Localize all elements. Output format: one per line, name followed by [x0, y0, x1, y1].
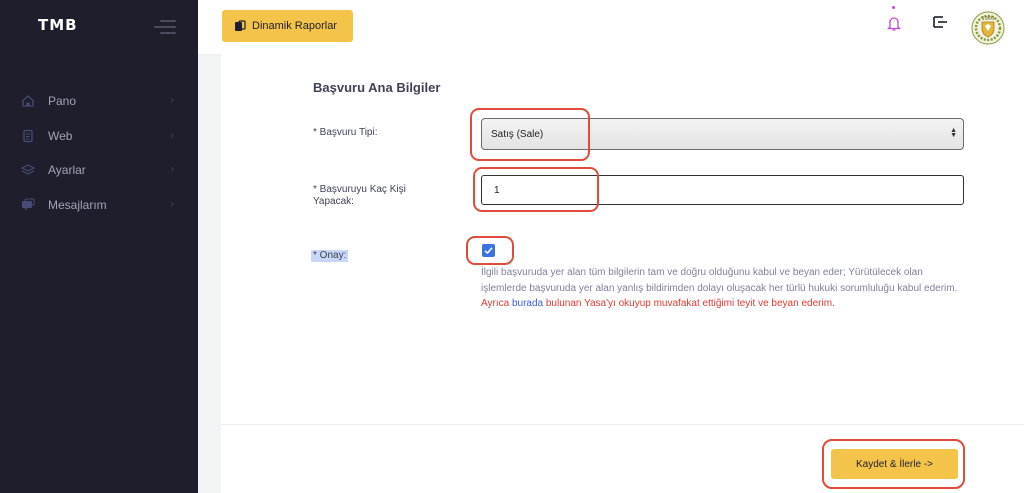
notification-dot	[892, 6, 895, 9]
consent-text-red-2: bulunan Yasa'yı okuyup muvafakat ettiğim…	[545, 298, 835, 309]
dynamic-reports-button[interactable]: Dinamik Raporlar	[222, 10, 353, 42]
chevron-right-icon: ›	[170, 164, 174, 175]
person-count-input[interactable]: 1	[481, 175, 964, 205]
sidebar-item-label: Mesajlarım	[48, 197, 107, 212]
application-type-value: Satış (Sale)	[491, 128, 544, 140]
svg-text:1960: 1960	[982, 16, 995, 22]
sidebar-item-label: Web	[48, 128, 73, 143]
consent-text: İlgili başvuruda yer alan tüm bilgilerin…	[481, 265, 961, 312]
checkmark-icon	[484, 247, 493, 255]
sidebar-item-label: Pano	[48, 94, 77, 109]
sidebar-menu: Pano › Web › Ayarlar › Mesajlarım ›	[0, 84, 198, 222]
sidebar: TMB Pano › Web › Ayarlar › Mesajlarım ›	[0, 0, 198, 493]
consent-label: * Onay:	[311, 250, 349, 262]
document-icon	[21, 129, 35, 143]
person-count-value: 1	[494, 184, 500, 196]
top-header: Dinamik Raporlar 1960	[198, 0, 1024, 54]
law-link[interactable]: burada	[512, 298, 543, 309]
section-title: Başvuru Ana Bilgiler	[313, 80, 441, 95]
chevron-right-icon: ›	[170, 95, 174, 106]
messages-icon	[21, 198, 35, 212]
logout-icon[interactable]	[931, 14, 949, 35]
application-type-select[interactable]: Satış (Sale) ▲ ▼	[481, 118, 964, 150]
brand-logo[interactable]: TMB	[38, 16, 78, 34]
sidebar-item-pano[interactable]: Pano ›	[0, 84, 198, 119]
sidebar-item-web[interactable]: Web ›	[0, 119, 198, 154]
report-icon	[234, 20, 246, 32]
chevron-right-icon: ›	[170, 198, 174, 210]
sidebar-item-label: Ayarlar	[48, 163, 86, 178]
select-arrows-icon: ▲ ▼	[950, 127, 957, 139]
application-type-label: * Başvuru Tipi:	[313, 127, 378, 138]
emblem-logo[interactable]: 1960	[971, 11, 1005, 45]
sidebar-item-mesajlarim[interactable]: Mesajlarım ›	[0, 188, 198, 223]
home-icon	[21, 94, 35, 108]
dynamic-reports-label: Dinamik Raporlar	[252, 20, 337, 32]
person-count-label: * Başvuruyu Kaç Kişi Yapacak:	[313, 184, 406, 207]
layers-icon	[21, 163, 35, 177]
chevron-right-icon: ›	[170, 129, 174, 141]
save-continue-button[interactable]: Kaydet & İlerle ->	[831, 449, 958, 479]
consent-checkbox[interactable]	[482, 244, 495, 257]
consent-text-red: Ayrıca	[481, 298, 510, 309]
sidebar-toggle-icon[interactable]	[154, 19, 176, 35]
consent-text-main: İlgili başvuruda yer alan tüm bilgilerin…	[481, 267, 958, 294]
sidebar-item-ayarlar[interactable]: Ayarlar ›	[0, 153, 198, 188]
card-footer-divider	[221, 424, 1024, 425]
bell-icon[interactable]	[886, 14, 902, 37]
